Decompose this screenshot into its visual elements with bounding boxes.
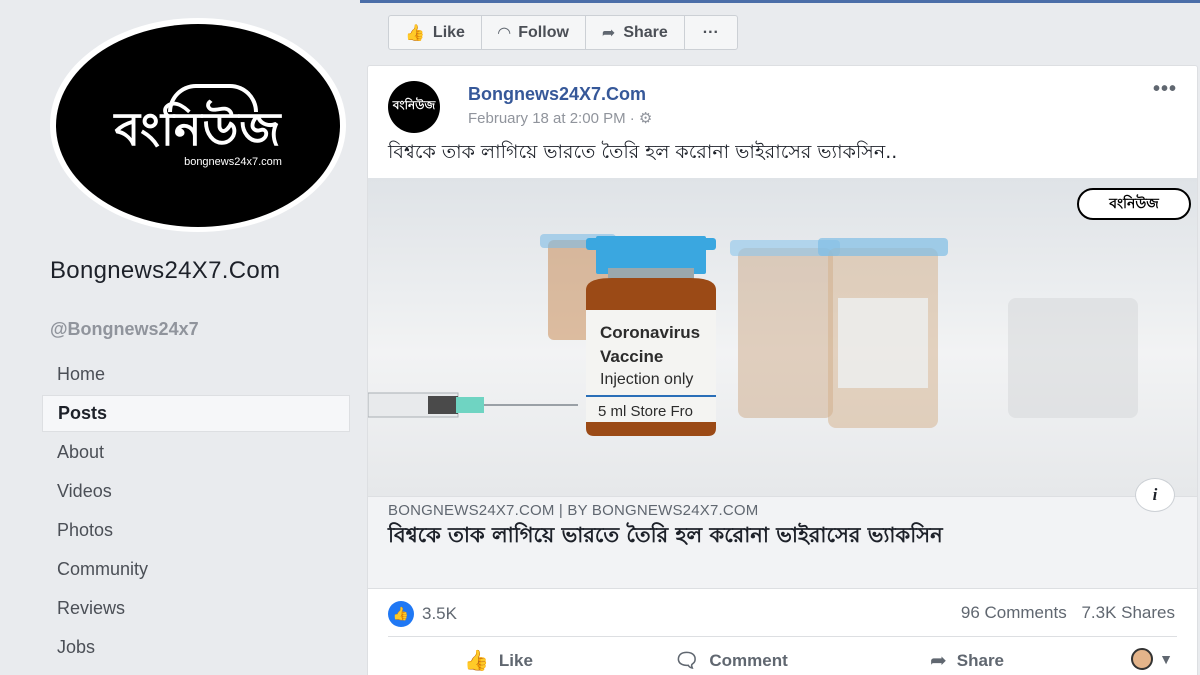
like-page-label: Like xyxy=(432,23,465,41)
share-arrow-icon: ➦ xyxy=(601,24,616,42)
post-timestamp[interactable]: February 18 at 2:00 PM · ⚙ xyxy=(468,109,652,127)
vial-label-line1: Coronavirus xyxy=(600,323,700,342)
vial-label-line4: 5 ml Store Fro xyxy=(598,403,693,420)
logo-subtext: bongnews24x7.com xyxy=(184,155,282,168)
reaction-summary[interactable]: 👍 3.5K xyxy=(388,601,457,627)
engagement-counts: 96 Comments 7.3K Shares xyxy=(951,603,1175,623)
comment-button[interactable]: 🗨 Comment xyxy=(674,648,788,673)
vial-label-line3: Injection only xyxy=(600,371,693,388)
like-count: 3.5K xyxy=(422,604,457,623)
nav-item-community[interactable]: Community xyxy=(42,551,350,588)
post-avatar[interactable]: বংনিউজ xyxy=(388,81,440,133)
nav-item-home[interactable]: Home xyxy=(42,356,350,393)
nav-item-photos[interactable]: Photos xyxy=(42,512,350,549)
nav-item-about[interactable]: About xyxy=(42,434,350,471)
vaccine-photo: Coronavirus Vaccine Injection only 5 ml … xyxy=(368,234,1138,436)
page-handle[interactable]: @Bongnews24x7 xyxy=(50,319,199,340)
page-avatar[interactable]: বংনিউজ bongnews24x7.com xyxy=(56,24,340,227)
page-actionbar: 👍 Like ◠ Follow ➦ Share ··· xyxy=(388,15,738,50)
ellipsis-icon: ··· xyxy=(702,23,719,41)
nav-item-videos[interactable]: Videos xyxy=(42,473,350,510)
like-reaction-icon: 👍 xyxy=(388,601,414,627)
post-card: বংনিউজ Bongnews24X7.Com February 18 at 2… xyxy=(367,65,1198,675)
share-arrow-icon: ➦ xyxy=(930,650,947,672)
comment-label: Comment xyxy=(709,650,788,670)
chevron-down-icon: ▼ xyxy=(1159,651,1173,667)
post-author-link[interactable]: Bongnews24X7.Com xyxy=(468,84,646,105)
nav-item-jobs[interactable]: Jobs xyxy=(42,629,350,666)
like-page-button[interactable]: 👍 Like xyxy=(389,16,482,49)
comment-count[interactable]: 96 Comments xyxy=(961,603,1067,622)
page-nav: Home Posts About Videos Photos Community… xyxy=(42,356,350,668)
more-options-button[interactable]: ··· xyxy=(685,16,737,49)
page-sidebar: বংনিউজ bongnews24x7.com Bongnews24X7.Com… xyxy=(0,0,360,675)
post-body: বিশ্বকে তাক লাগিয়ে ভারতে তৈরি হল করোনা … xyxy=(388,141,898,163)
post-options-icon[interactable]: ••• xyxy=(1153,78,1177,101)
share-label: Share xyxy=(956,650,1005,670)
share-page-label: Share xyxy=(623,23,668,41)
nav-item-posts[interactable]: Posts xyxy=(42,395,350,432)
rss-icon: ◠ xyxy=(497,24,511,42)
post-link-image[interactable]: Coronavirus Vaccine Injection only 5 ml … xyxy=(368,178,1197,496)
post-as-selector[interactable]: ▼ xyxy=(1131,648,1173,670)
top-divider xyxy=(360,0,1200,3)
like-label: Like xyxy=(498,650,533,670)
nav-item-reviews[interactable]: Reviews xyxy=(42,590,350,627)
follow-button[interactable]: ◠ Follow xyxy=(482,16,586,49)
post-action-bar: 👍 Like 🗨 Comment ➦ Share ▼ xyxy=(368,648,1197,675)
actions-divider xyxy=(388,636,1177,637)
link-source: BONGNEWS24X7.COM | BY BONGNEWS24X7.COM xyxy=(388,502,759,519)
thumbs-up-icon: 👍 xyxy=(405,24,425,42)
share-count[interactable]: 7.3K Shares xyxy=(1081,603,1175,622)
speech-bubble-icon: 🗨 xyxy=(674,650,700,672)
follow-label: Follow xyxy=(518,23,569,41)
watermark-logo: বংনিউজ xyxy=(1077,188,1191,220)
link-title[interactable]: বিশ্বকে তাক লাগিয়ে ভারতে তৈরি হল করোনা … xyxy=(388,523,1108,548)
page-title[interactable]: Bongnews24X7.Com xyxy=(50,256,350,285)
thumbs-up-outline-icon: 👍 xyxy=(464,650,489,672)
like-button[interactable]: 👍 Like xyxy=(464,648,533,673)
share-page-button[interactable]: ➦ Share xyxy=(586,16,685,49)
user-avatar-icon xyxy=(1131,648,1154,670)
logo-text: বংনিউজ xyxy=(114,101,282,156)
share-button[interactable]: ➦ Share xyxy=(930,648,1004,673)
info-icon[interactable]: i xyxy=(1135,478,1175,512)
vial-label-line2: Vaccine xyxy=(600,347,663,366)
